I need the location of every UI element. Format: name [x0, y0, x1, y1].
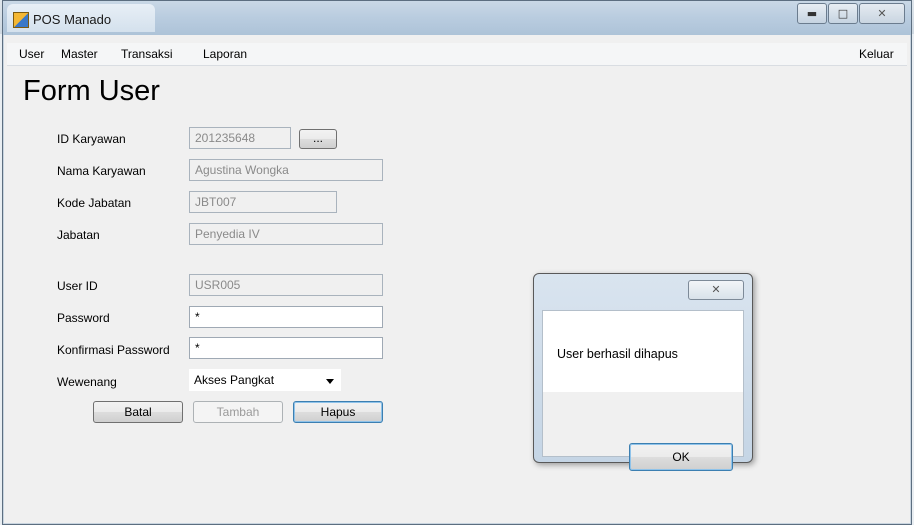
page-title: Form User: [23, 75, 160, 107]
ok-button[interactable]: OK: [629, 443, 733, 471]
dialog-body: User berhasil dihapus OK: [542, 310, 744, 471]
title-bar[interactable]: POS Manado ▬ □ ✕: [3, 1, 911, 35]
confirm-password-label: Konfirmasi Password: [57, 343, 170, 357]
close-icon[interactable]: ✕: [859, 3, 905, 24]
message-dialog: ✕ User berhasil dihapus OK: [533, 273, 753, 471]
menu-bar: User Master Transaksi Laporan Keluar: [7, 43, 907, 66]
window-controls: ▬ □ ✕: [796, 3, 905, 24]
dialog-message: User berhasil dihapus: [557, 347, 678, 361]
kode-jabatan-label: Kode Jabatan: [57, 196, 132, 210]
app-icon: [13, 12, 29, 28]
close-icon[interactable]: ✕: [688, 280, 744, 300]
menu-master[interactable]: Master: [61, 47, 98, 61]
wewenang-select[interactable]: Akses Pangkat: [189, 369, 341, 391]
user-id-label: User ID: [57, 279, 98, 293]
menu-laporan[interactable]: Laporan: [203, 47, 247, 61]
id-karyawan-field[interactable]: 201235648: [189, 127, 291, 149]
browse-employee-button[interactable]: ...: [299, 129, 337, 149]
menu-keluar[interactable]: Keluar: [859, 47, 894, 61]
maximize-icon[interactable]: □: [828, 3, 858, 24]
add-button[interactable]: Tambah: [193, 401, 283, 423]
confirm-password-field[interactable]: *: [189, 337, 383, 359]
chevron-down-icon: [326, 379, 334, 384]
nama-karyawan-field[interactable]: Agustina Wongka: [189, 159, 383, 181]
app-window: POS Manado ▬ □ ✕ User Master Transaksi L…: [2, 0, 912, 525]
user-id-field[interactable]: USR005: [189, 274, 383, 296]
cancel-button[interactable]: Batal: [93, 401, 183, 423]
wewenang-label: Wewenang: [57, 375, 117, 389]
title-tab: POS Manado: [7, 4, 155, 32]
minimize-icon[interactable]: ▬: [797, 3, 827, 24]
wewenang-select-value: Akses Pangkat: [194, 373, 275, 387]
id-karyawan-label: ID Karyawan: [57, 132, 126, 146]
jabatan-label: Jabatan: [57, 228, 100, 242]
password-label: Password: [57, 311, 110, 325]
delete-button[interactable]: Hapus: [293, 401, 383, 423]
jabatan-field[interactable]: Penyedia IV: [189, 223, 383, 245]
kode-jabatan-field[interactable]: JBT007: [189, 191, 337, 213]
menu-transaksi[interactable]: Transaksi: [121, 47, 173, 61]
menu-user[interactable]: User: [19, 47, 44, 61]
nama-karyawan-label: Nama Karyawan: [57, 164, 146, 178]
password-field[interactable]: *: [189, 306, 383, 328]
window-title: POS Manado: [33, 12, 112, 27]
